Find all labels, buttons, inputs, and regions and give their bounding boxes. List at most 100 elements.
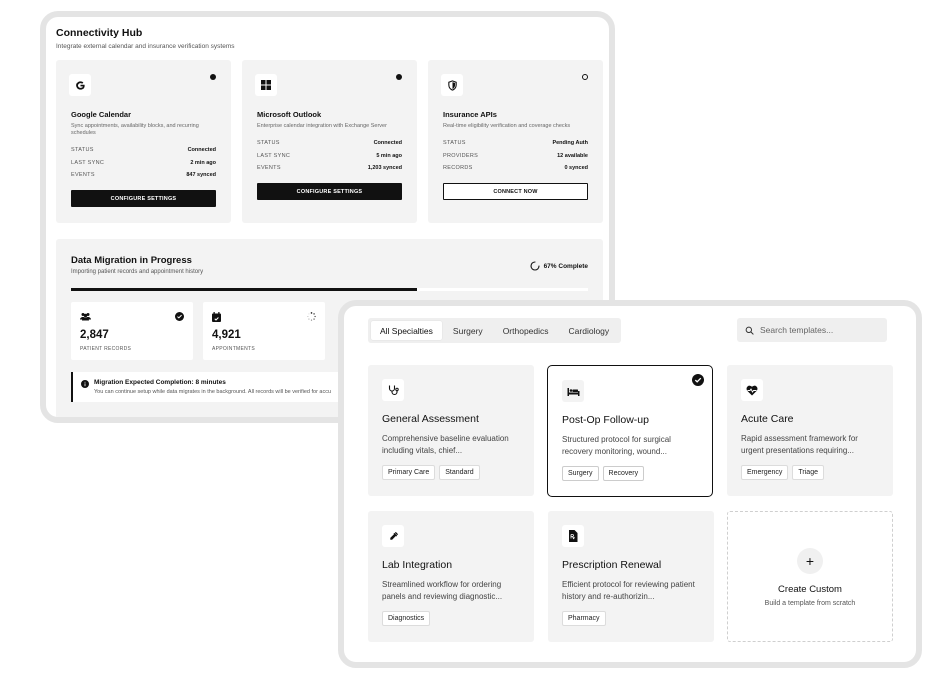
shield-icon bbox=[441, 74, 463, 96]
info-icon bbox=[81, 380, 89, 388]
detail-value: Connected bbox=[373, 140, 402, 147]
calendar-icon bbox=[212, 312, 221, 322]
detail-value: 0 synced bbox=[564, 165, 588, 172]
progress-percent: 67% Complete bbox=[543, 262, 588, 270]
integration-description: Real-time eligibility verification and c… bbox=[443, 123, 571, 129]
detail-row: LAST SYNC 2 min ago bbox=[71, 157, 216, 170]
detail-row: STATUS Connected bbox=[71, 144, 216, 157]
tab-surgery[interactable]: Surgery bbox=[444, 321, 492, 340]
template-name: General Assessment bbox=[382, 413, 479, 425]
tab-orthopedics[interactable]: Orthopedics bbox=[494, 321, 558, 340]
migration-title: Data Migration in Progress bbox=[71, 255, 192, 266]
google-icon bbox=[69, 74, 91, 96]
template-card-prescription-renewal[interactable]: Prescription Renewal Efficient protocol … bbox=[548, 511, 714, 642]
bed-icon bbox=[562, 380, 584, 402]
integration-name: Insurance APIs bbox=[443, 110, 497, 119]
stethoscope-icon bbox=[382, 379, 404, 401]
template-name: Lab Integration bbox=[382, 559, 453, 571]
template-name: Post-Op Follow-up bbox=[562, 414, 649, 426]
integration-description: Sync appointments, availability blocks, … bbox=[71, 123, 199, 137]
tab-all-specialties[interactable]: All Specialties bbox=[371, 321, 442, 340]
status-dot bbox=[210, 74, 216, 80]
search-icon bbox=[745, 326, 754, 335]
integration-name: Microsoft Outlook bbox=[257, 110, 322, 119]
configure-settings-button[interactable]: CONFIGURE SETTINGS bbox=[257, 183, 402, 200]
heart-pulse-icon bbox=[741, 379, 763, 401]
tag: Diagnostics bbox=[382, 611, 431, 626]
stat-value: 2,847 bbox=[80, 329, 109, 341]
notice-text: You can continue setup while data migrat… bbox=[94, 389, 332, 395]
detail-value: 847 synced bbox=[186, 172, 216, 179]
migration-progress-label: 67% Complete bbox=[530, 261, 588, 271]
template-picker-window: All Specialties Surgery Orthopedics Card… bbox=[338, 300, 922, 668]
users-icon bbox=[80, 313, 91, 321]
detail-value: 2 min ago bbox=[190, 159, 216, 166]
integration-name: Google Calendar bbox=[71, 110, 132, 119]
detail-label: STATUS bbox=[443, 140, 466, 147]
search-box[interactable] bbox=[737, 318, 887, 342]
detail-row: LAST SYNC 5 min ago bbox=[257, 150, 402, 163]
detail-label: RECORDS bbox=[443, 165, 473, 172]
create-custom-title: Create Custom bbox=[778, 584, 842, 595]
connect-now-button[interactable]: CONNECT NOW bbox=[443, 183, 588, 200]
detail-label: LAST SYNC bbox=[71, 159, 105, 166]
template-card-acute-care[interactable]: Acute Care Rapid assessment framework fo… bbox=[727, 365, 893, 496]
detail-label: STATUS bbox=[257, 140, 280, 147]
migration-subtitle: Importing patient records and appointmen… bbox=[71, 269, 204, 275]
tag: Emergency bbox=[741, 465, 789, 480]
page-subtitle: Integrate external calendar and insuranc… bbox=[56, 43, 235, 50]
template-description: Structured protocol for surgical recover… bbox=[562, 435, 671, 456]
template-card-post-op-follow-up[interactable]: Post-Op Follow-up Structured protocol fo… bbox=[547, 365, 713, 497]
stat-label: APPOINTMENTS bbox=[212, 346, 256, 352]
integration-details: STATUS Connected LAST SYNC 5 min ago EVENT… bbox=[257, 137, 402, 175]
integration-description: Enterprise calendar integration with Exc… bbox=[257, 123, 387, 129]
detail-value: 5 min ago bbox=[376, 152, 402, 159]
status-dot bbox=[396, 74, 402, 80]
detail-row: RECORDS 0 synced bbox=[443, 162, 588, 175]
stat-card-appointments: 4,921 APPOINTMENTS bbox=[203, 302, 325, 360]
template-name: Acute Care bbox=[741, 413, 794, 425]
integration-card-insurance: Insurance APIs Real-time eligibility ver… bbox=[428, 60, 603, 223]
integration-card-google: Google Calendar Sync appointments, avail… bbox=[56, 60, 231, 223]
template-tags: Pharmacy bbox=[562, 611, 606, 626]
detail-value: Pending Auth bbox=[552, 140, 588, 147]
status-dot bbox=[582, 74, 588, 80]
detail-row: STATUS Connected bbox=[257, 137, 402, 150]
create-custom-subtitle: Build a template from scratch bbox=[764, 600, 856, 607]
windows-icon bbox=[255, 74, 277, 96]
template-card-lab-integration[interactable]: Lab Integration Streamlined workflow for… bbox=[368, 511, 534, 642]
tag: Recovery bbox=[602, 466, 645, 481]
tab-cardiology[interactable]: Cardiology bbox=[560, 321, 619, 340]
template-description: Comprehensive baseline evaluation includ… bbox=[382, 434, 509, 455]
integration-card-outlook: Microsoft Outlook Enterprise calendar in… bbox=[242, 60, 417, 223]
stat-value: 4,921 bbox=[212, 329, 241, 341]
create-custom-template-card[interactable]: + Create Custom Build a template from sc… bbox=[727, 511, 893, 642]
detail-label: PROVIDERS bbox=[443, 152, 479, 159]
search-input[interactable] bbox=[760, 325, 880, 335]
template-tags: Surgery Recovery bbox=[562, 466, 645, 481]
template-name: Prescription Renewal bbox=[562, 559, 662, 571]
tag: Pharmacy bbox=[562, 611, 606, 626]
detail-label: EVENTS bbox=[71, 172, 95, 179]
loading-spinner-icon bbox=[307, 312, 316, 321]
detail-row: EVENTS 847 synced bbox=[71, 169, 216, 182]
check-circle-icon bbox=[175, 312, 184, 321]
detail-value: Connected bbox=[187, 147, 216, 154]
plus-icon: + bbox=[797, 548, 823, 574]
selected-check-icon bbox=[692, 374, 704, 386]
notice-title: Migration Expected Completion: 8 minutes bbox=[94, 379, 226, 386]
template-tags: Emergency Triage bbox=[741, 465, 824, 480]
stat-card-patient-records: 2,847 PATIENT RECORDS bbox=[71, 302, 193, 360]
template-card-general-assessment[interactable]: General Assessment Comprehensive baselin… bbox=[368, 365, 534, 496]
configure-settings-button[interactable]: CONFIGURE SETTINGS bbox=[71, 190, 216, 207]
detail-row: EVENTS 1,203 synced bbox=[257, 162, 402, 175]
progress-bar-fill bbox=[71, 288, 418, 291]
stat-label: PATIENT RECORDS bbox=[80, 346, 132, 352]
detail-row: STATUS Pending Auth bbox=[443, 137, 588, 150]
tag: Surgery bbox=[562, 466, 599, 481]
template-description: Rapid assessment framework for urgent pr… bbox=[741, 434, 858, 455]
tag: Triage bbox=[792, 465, 824, 480]
detail-label: STATUS bbox=[71, 147, 94, 154]
detail-row: PROVIDERS 12 available bbox=[443, 150, 588, 163]
progress-bar bbox=[71, 288, 588, 291]
